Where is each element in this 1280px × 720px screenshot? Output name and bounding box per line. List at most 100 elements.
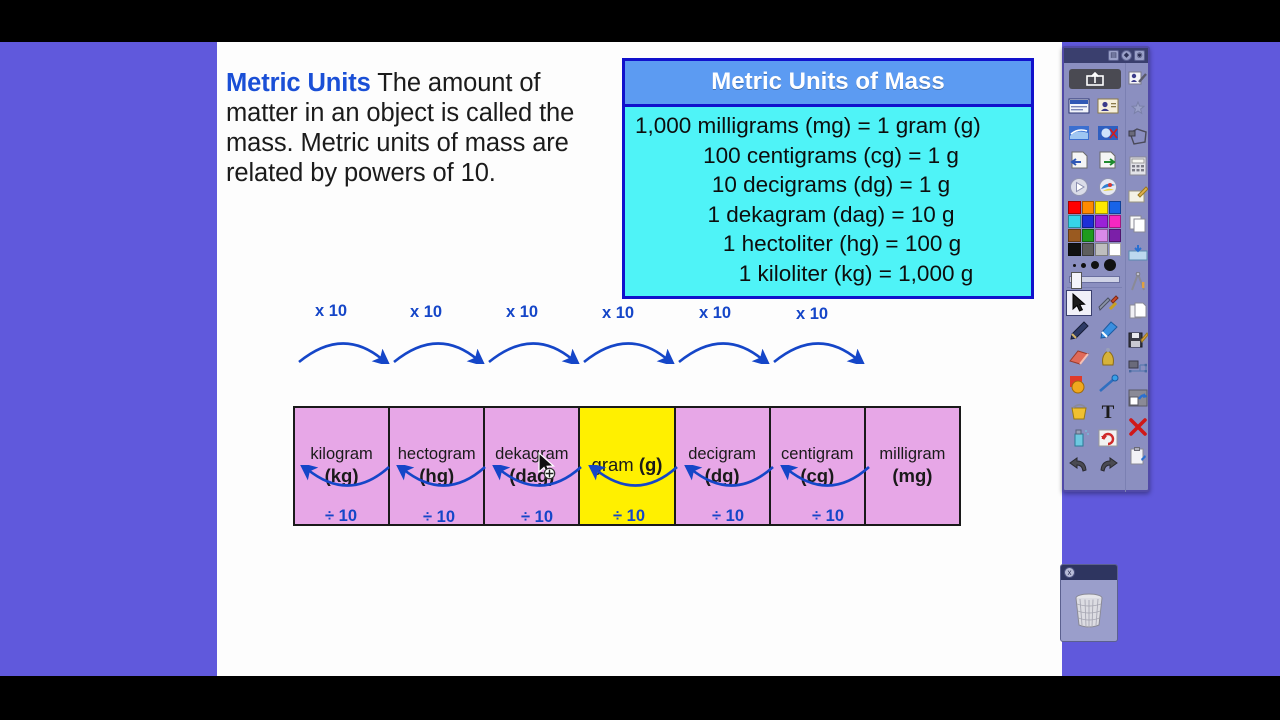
swatch-magenta[interactable] (1108, 215, 1121, 228)
toolbar-left-column: T (1064, 63, 1125, 492)
compass-icon[interactable] (1125, 269, 1151, 295)
close-red-icon[interactable] (1125, 414, 1151, 440)
contact-card-icon[interactable] (1095, 93, 1121, 119)
page-back-icon[interactable] (1066, 147, 1092, 173)
slider-knob[interactable] (1071, 272, 1082, 289)
bucket-icon[interactable] (1066, 398, 1092, 424)
screen-capture-button[interactable] (1068, 69, 1121, 89)
fill-icon[interactable] (1066, 371, 1092, 397)
tools-icon[interactable] (1095, 290, 1121, 316)
table-row: 1 dekagram (dag) = 10 g (707, 201, 955, 227)
pages-icon[interactable] (1125, 298, 1151, 324)
unit-name: centigram (781, 444, 854, 463)
stroke-dot-l[interactable] (1104, 259, 1117, 271)
toolbar-menu-icon[interactable]: ▤ (1108, 50, 1119, 61)
notes-icon[interactable] (1125, 182, 1151, 208)
folder-in-icon[interactable] (1125, 240, 1151, 266)
divide-label: ÷ 10 (521, 508, 553, 526)
unit-name: kilogram (310, 444, 373, 463)
save-icon[interactable] (1125, 327, 1151, 353)
toolbar-move-icon[interactable]: ◆ (1121, 50, 1132, 61)
swatch-white[interactable] (1108, 243, 1121, 256)
swatch-green[interactable] (1081, 229, 1094, 242)
signature-icon[interactable] (1125, 66, 1151, 92)
divide-label: ÷ 10 (613, 507, 645, 525)
swatch-cyan[interactable] (1068, 215, 1081, 228)
multiply-label: x 10 (410, 303, 443, 321)
swatch-dark-purple[interactable] (1108, 229, 1121, 242)
spotlight-icon[interactable] (1095, 120, 1121, 146)
swatch-black[interactable] (1068, 243, 1081, 256)
toolbar-titlebar[interactable]: ▤ ◆ ◉ (1064, 48, 1148, 63)
stroke-dot-xs[interactable] (1072, 263, 1076, 267)
swatch-light-gray[interactable] (1095, 243, 1108, 256)
swatch-yellow[interactable] (1095, 201, 1108, 214)
toolbar-body: T (1064, 63, 1148, 492)
screen-shade-icon[interactable] (1066, 120, 1092, 146)
recycle-bin-widget[interactable]: x (1060, 564, 1118, 642)
stroke-dot-s[interactable] (1080, 262, 1086, 268)
page-forward-icon[interactable] (1095, 147, 1121, 173)
table-row: 1 kiloliter (kg) = 1,000 g (738, 260, 974, 286)
line-icon[interactable] (1095, 371, 1121, 397)
metric-units-of-mass-table: Metric Units of Mass 1,000 milligrams (m… (622, 58, 1034, 299)
toolbar-icon-grid-top (1066, 93, 1123, 200)
clipboard-icon[interactable] (1125, 443, 1151, 469)
divide-label: ÷ 10 (712, 507, 744, 525)
highlighter-icon[interactable] (1095, 317, 1121, 343)
recycle-bin-titlebar[interactable]: x (1061, 565, 1117, 580)
multiply-label: x 10 (602, 304, 635, 322)
export-icon (1085, 72, 1104, 86)
spray-icon[interactable] (1066, 425, 1092, 451)
swatch-gray[interactable] (1081, 243, 1094, 256)
transparency-slider[interactable] (1066, 272, 1123, 289)
toolbar-settings-icon[interactable]: ◉ (1134, 50, 1145, 61)
table-row: 10 decigrams (dg) = 1 g (711, 172, 951, 198)
metric-conversion-chain: x 10 x 10 x 10 x 10 x 10 x 10 kilogram (… (293, 302, 961, 527)
paragraph-lead: Metric Units (226, 69, 371, 97)
smart-floating-toolbar[interactable]: ▤ ◆ ◉ T (1062, 46, 1150, 492)
polygon-icon[interactable] (1125, 124, 1151, 150)
table-row: 1 hectoliter (hg) = 100 g (722, 231, 962, 257)
capture-region-icon[interactable] (1125, 385, 1151, 411)
swatch-blue[interactable] (1108, 201, 1121, 214)
table-title: Metric Units of Mass (625, 61, 1031, 107)
multiply-label: x 10 (699, 304, 732, 322)
trash-can-icon[interactable] (1061, 580, 1117, 640)
undo-icon[interactable] (1066, 452, 1092, 478)
shape-icon[interactable] (1095, 344, 1121, 370)
swatch-purple[interactable] (1095, 215, 1108, 228)
stroke-dot-m[interactable] (1091, 261, 1100, 269)
unit-name: hectogram (397, 444, 476, 463)
star-icon[interactable] (1125, 95, 1151, 121)
play-icon[interactable] (1066, 174, 1092, 200)
select-arrow-icon[interactable] (1066, 290, 1092, 316)
keyboard-icon[interactable] (1066, 93, 1092, 119)
paint-icon[interactable] (1095, 174, 1121, 200)
redo-icon[interactable] (1095, 452, 1121, 478)
stroke-width-options (1066, 257, 1123, 273)
swatch-orange[interactable] (1081, 201, 1094, 214)
measure-icon[interactable] (1125, 356, 1151, 382)
unit-name: decigram (688, 444, 757, 463)
text-icon[interactable]: T (1095, 398, 1121, 424)
table-row: 1,000 milligrams (mg) = 1 gram (g) (635, 113, 981, 138)
pen-icon[interactable] (1066, 317, 1092, 343)
copy-pages-icon[interactable] (1125, 211, 1151, 237)
close-icon[interactable]: x (1064, 567, 1075, 578)
multiply-label: x 10 (506, 303, 539, 321)
lesson-paragraph: Metric Units The amount of matter in an … (226, 68, 601, 188)
slider-track[interactable] (1069, 272, 1120, 289)
swatch-brown[interactable] (1068, 229, 1081, 242)
screen: Metric Units The amount of matter in an … (0, 0, 1280, 720)
toolbar-icon-grid-tools: T (1066, 290, 1123, 478)
swatch-light-purple[interactable] (1095, 229, 1108, 242)
table-row: 100 centigrams (cg) = 1 g (703, 142, 959, 168)
table-body: 1,000 milligrams (mg) = 1 gram (g) 100 c… (625, 107, 1031, 296)
calculator-icon[interactable] (1125, 153, 1151, 179)
swatch-red[interactable] (1068, 201, 1081, 214)
eraser-icon[interactable] (1066, 344, 1092, 370)
swatch-dark-blue[interactable] (1081, 215, 1094, 228)
reset-icon[interactable] (1095, 425, 1121, 451)
slide-canvas: Metric Units The amount of matter in an … (217, 42, 1062, 676)
